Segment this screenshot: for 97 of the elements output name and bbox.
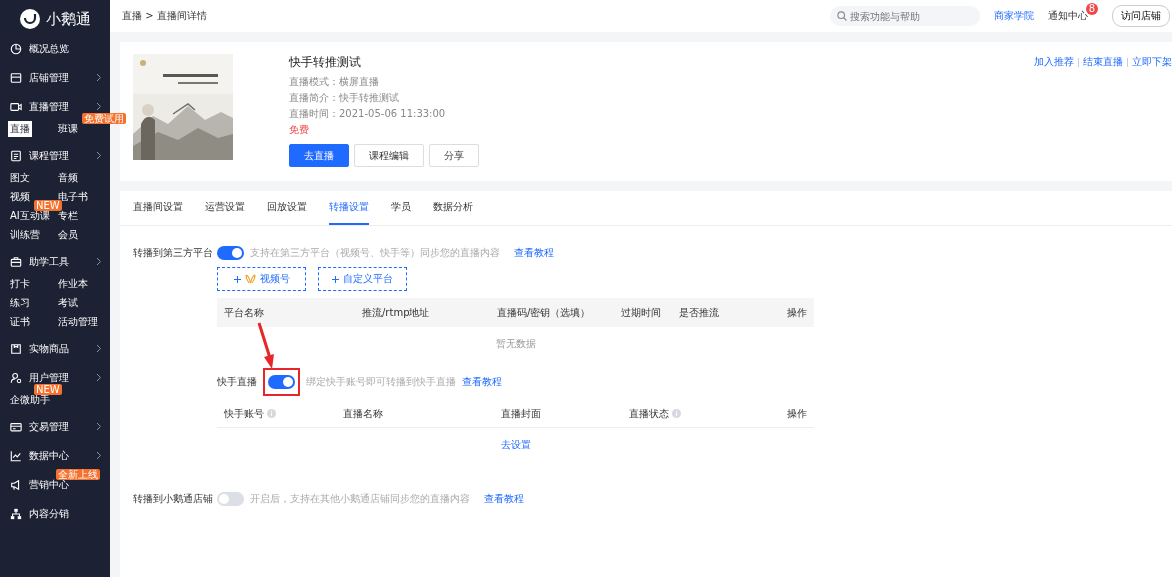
toggle-switch[interactable] xyxy=(217,492,244,506)
badge: 全新上线 xyxy=(56,469,100,480)
nav-item[interactable]: 直播管理 xyxy=(29,99,69,114)
nav-item[interactable]: 内容分销 xyxy=(29,506,69,521)
add-platform-button[interactable]: 视频号 xyxy=(217,267,306,291)
notification-link[interactable]: 通知中心 xyxy=(1048,9,1088,23)
badge: NEW xyxy=(34,384,62,395)
nav-subitem[interactable]: 班课 xyxy=(56,121,80,137)
nav-subitem[interactable]: 会员 xyxy=(56,227,80,243)
tutorial-link[interactable]: 查看教程 xyxy=(484,492,524,506)
nav-icon xyxy=(10,100,22,113)
column-header: 快手账号 xyxy=(224,406,264,421)
nav-subitem[interactable]: 训练营 xyxy=(8,227,42,243)
nav-subitem[interactable]: 视频 xyxy=(8,189,32,205)
nav-item[interactable]: 课程管理 xyxy=(29,148,69,163)
column-header: 平台名称 xyxy=(224,305,264,320)
breadcrumb: 直播 > 直播间详情 xyxy=(122,9,207,23)
action-button[interactable]: 课程编辑 xyxy=(354,144,424,167)
nav-subitem[interactable]: 考试 xyxy=(56,295,80,311)
live-info: 直播简介：快手转推测试 xyxy=(289,91,400,105)
empty-text: 暂无数据 xyxy=(495,338,536,349)
add-platform-button[interactable]: 自定义平台 xyxy=(318,267,407,291)
tutorial-link[interactable]: 查看教程 xyxy=(514,246,554,260)
nav-item[interactable]: 实物商品 xyxy=(29,341,69,356)
toggle-switch[interactable] xyxy=(217,246,244,260)
setting-label: 快手直播 xyxy=(217,375,257,389)
tab[interactable]: 直播间设置 xyxy=(133,191,183,225)
column-header: 操作 xyxy=(787,305,807,320)
nav-subitem[interactable]: 活动管理 xyxy=(56,314,100,330)
action-button[interactable]: 分享 xyxy=(429,144,479,167)
live-info: 直播模式：横屏直播 xyxy=(289,75,380,89)
nav-subitem[interactable]: 企微助手 xyxy=(8,392,52,408)
nav-subitem[interactable]: 证书 xyxy=(8,314,32,330)
nav-icon xyxy=(10,149,22,162)
nav-icon xyxy=(10,342,22,355)
nav-icon xyxy=(10,71,22,84)
column-header: 操作 xyxy=(787,406,807,421)
tutorial-link[interactable]: 查看教程 xyxy=(462,375,502,389)
visit-store-button[interactable]: 访问店铺 xyxy=(1112,5,1170,27)
hint-text: 开启后，支持在其他小鹅通店铺同步您的直播内容 xyxy=(250,492,470,506)
setting-label: 转播到小鹅通店铺 xyxy=(133,492,214,506)
tab[interactable]: 数据分析 xyxy=(433,191,473,225)
nav-subitem[interactable]: AI互动课 xyxy=(8,208,52,224)
hint-text: 支持在第三方平台（视频号、快手等）同步您的直播内容 xyxy=(250,246,500,260)
live-title: 快手转推测试 xyxy=(289,54,362,71)
column-header: 直播名称 xyxy=(343,406,383,421)
tab[interactable]: 学员 xyxy=(391,191,411,225)
tab[interactable]: 运营设置 xyxy=(205,191,245,225)
column-header: 直播状态 xyxy=(629,406,669,421)
nav-subitem[interactable]: 图文 xyxy=(8,170,32,186)
search-field[interactable]: 搜索功能与帮助 xyxy=(830,6,980,26)
butterfly-icon xyxy=(244,274,256,284)
academy-link[interactable]: 商家学院 xyxy=(994,9,1034,23)
nav-icon xyxy=(10,449,22,462)
toggle-switch[interactable] xyxy=(268,375,295,389)
plus-icon xyxy=(332,275,339,283)
column-header: 直播封面 xyxy=(501,406,541,421)
nav-icon xyxy=(10,42,22,55)
badge: 免费试用 xyxy=(82,113,126,124)
price-label: 免费 xyxy=(289,123,310,137)
nav-item[interactable]: 数据中心 xyxy=(29,448,69,463)
brand-name: 小鹅通 xyxy=(46,9,91,29)
nav-subitem[interactable]: 音频 xyxy=(56,170,80,186)
nav-icon xyxy=(10,255,22,268)
nav-icon xyxy=(10,420,22,433)
action-link[interactable]: 结束直播 xyxy=(1083,55,1123,69)
nav-icon xyxy=(10,507,22,520)
nav-item[interactable]: 用户管理 xyxy=(29,370,69,385)
plus-icon xyxy=(233,275,241,283)
nav-subitem[interactable]: 专栏 xyxy=(56,208,80,224)
nav-subitem[interactable]: 作业本 xyxy=(56,276,90,292)
column-header: 直播码/密钥（选填） xyxy=(497,305,591,320)
column-header: 过期时间 xyxy=(621,305,661,320)
notification-count: 8 xyxy=(1086,3,1098,15)
badge: NEW xyxy=(34,200,62,211)
nav-item[interactable]: 概况总览 xyxy=(29,41,69,56)
action-link[interactable]: 加入推荐 xyxy=(1034,55,1074,69)
nav-subitem[interactable]: 打卡 xyxy=(8,276,32,292)
setting-label: 转播到第三方平台 xyxy=(133,246,214,260)
action-button[interactable]: 去直播 xyxy=(289,144,349,167)
hint-text: 绑定快手账号即可转播到快手直播 xyxy=(306,375,456,389)
nav-icon xyxy=(10,371,22,384)
setup-link[interactable]: 去设置 xyxy=(500,439,531,450)
action-link[interactable]: 立即下架 xyxy=(1132,55,1172,69)
logo-icon xyxy=(20,9,40,29)
nav-subitem[interactable]: 直播 xyxy=(8,121,32,137)
column-header: 是否推流 xyxy=(679,305,719,320)
live-info: 直播时间：2021-05-06 11:33:00 xyxy=(289,107,447,121)
nav-item[interactable]: 助学工具 xyxy=(29,254,69,269)
column-header: 推流/rtmp地址 xyxy=(362,305,430,320)
search-icon xyxy=(837,11,847,21)
tab[interactable]: 转播设置 xyxy=(329,191,369,225)
tab[interactable]: 回放设置 xyxy=(267,191,307,225)
nav-subitem[interactable]: 练习 xyxy=(8,295,32,311)
nav-item[interactable]: 交易管理 xyxy=(29,419,69,434)
nav-icon xyxy=(10,478,22,491)
nav-item[interactable]: 店铺管理 xyxy=(29,70,69,85)
